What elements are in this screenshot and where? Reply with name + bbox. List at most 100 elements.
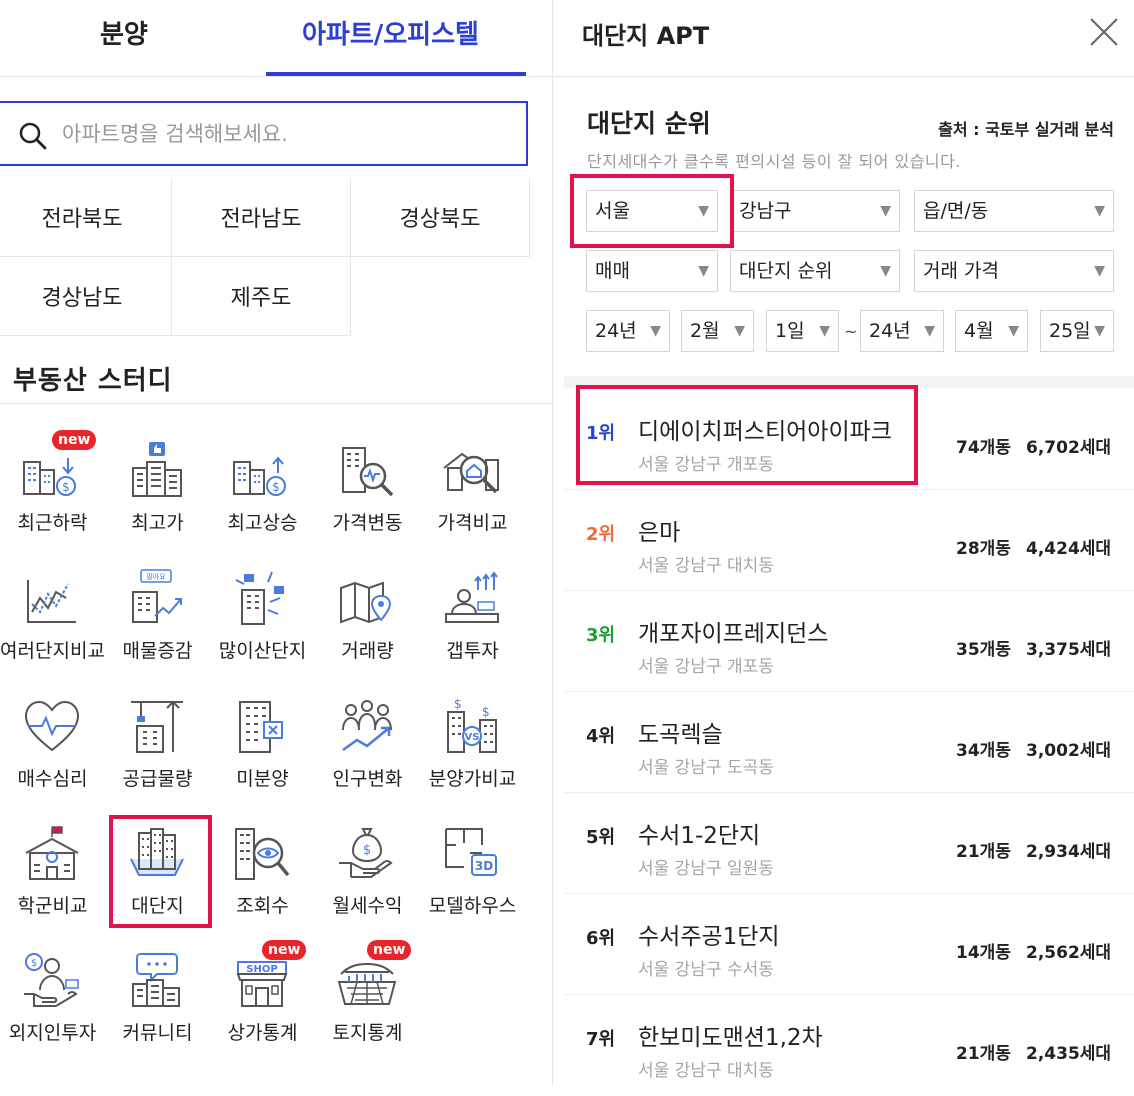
study-item-shop-stats[interactable]: SHOP new 상가통계 bbox=[210, 940, 315, 1050]
rank-row[interactable]: 2위 은마 서울 강남구 대치동 28개동 4,424세대 bbox=[564, 491, 1134, 591]
region-gyeongnam[interactable]: 경상남도 bbox=[0, 257, 172, 336]
left-menu-panel: 분양 아파트/오피스텔 전라북도 전라남도 경상북도 경상남도 제주도 부동산 … bbox=[0, 0, 553, 1085]
close-icon[interactable] bbox=[1088, 16, 1120, 48]
study-item-model-house[interactable]: 3D 모델하우스 bbox=[420, 813, 525, 923]
study-item-gap-investment[interactable]: 갭투자 bbox=[420, 558, 525, 668]
to-day-select[interactable]: 25일 ▼ bbox=[1040, 310, 1114, 352]
study-item-label: 여러단지비교 bbox=[0, 640, 105, 662]
price-select[interactable]: 거래 가격 ▼ bbox=[914, 250, 1114, 292]
to-year-select[interactable]: 24년 ▼ bbox=[860, 310, 944, 352]
district-select[interactable]: 강남구 ▼ bbox=[730, 190, 900, 232]
panel-title: 대단지 APT bbox=[582, 22, 710, 50]
study-item-population-change[interactable]: 인구변화 bbox=[315, 686, 420, 796]
trade-type-select[interactable]: 매매 ▼ bbox=[586, 250, 718, 292]
study-item-large-complex[interactable]: 대단지 bbox=[105, 813, 210, 923]
complex-address: 서울 강남구 개포동 bbox=[638, 657, 774, 677]
3d-text: 3D bbox=[475, 859, 493, 873]
complex-address: 서울 강남구 일원동 bbox=[638, 859, 774, 879]
rank-row[interactable]: 5위 수서1-2단지 서울 강남구 일원동 21개동 2,934세대 bbox=[564, 794, 1134, 894]
study-item-label: 가격변동 bbox=[332, 512, 403, 534]
study-item-highest-rise[interactable]: $ 최고상승 bbox=[210, 430, 315, 540]
study-item-community[interactable]: 커뮤니티 bbox=[105, 940, 210, 1050]
dropdown-arrow-icon: ▼ bbox=[819, 323, 830, 339]
from-day-select[interactable]: 1일 ▼ bbox=[766, 310, 839, 352]
study-item-land-stats[interactable]: new 토지통계 bbox=[315, 940, 420, 1050]
household-count: 2,562세대 bbox=[1026, 943, 1112, 963]
thumbs-up-building-icon bbox=[132, 442, 182, 497]
rank-row[interactable]: 4위 도곡렉슬 서울 강남구 도곡동 34개동 3,002세대 bbox=[564, 693, 1134, 793]
complex-name: 수서주공1단지 bbox=[638, 924, 780, 950]
tab-presale[interactable]: 분양 bbox=[100, 14, 148, 51]
rank-row[interactable]: 6위 수서주공1단지 서울 강남구 수서동 14개동 2,562세대 bbox=[564, 895, 1134, 995]
sort-select[interactable]: 대단지 순위 ▼ bbox=[730, 250, 900, 292]
complex-name: 수서1-2단지 bbox=[638, 823, 761, 849]
household-count: 4,424세대 bbox=[1026, 539, 1112, 559]
study-item-price-compare[interactable]: 가격비교 bbox=[420, 430, 525, 540]
study-item-listing-change[interactable]: 팔아요 매물증감 bbox=[105, 558, 210, 668]
building-eye-icon bbox=[235, 828, 290, 880]
heart-pulse-icon bbox=[24, 700, 80, 752]
complex-name: 한보미도맨션1,2차 bbox=[638, 1025, 823, 1051]
dropdown-arrow-icon: ▼ bbox=[924, 323, 935, 339]
dropdown-arrow-icon: ▼ bbox=[1008, 323, 1019, 339]
crane-building-icon bbox=[131, 700, 183, 753]
study-item-highest-price[interactable]: 최고가 bbox=[105, 430, 210, 540]
select-value: 24년 bbox=[869, 320, 911, 342]
town-select[interactable]: 읍/면/동 ▼ bbox=[914, 190, 1114, 232]
search-input[interactable] bbox=[62, 117, 502, 151]
study-item-view-count[interactable]: 조회수 bbox=[210, 813, 315, 923]
study-item-recent-drop[interactable]: $ new 최근하락 bbox=[0, 430, 105, 540]
section-separator bbox=[564, 376, 1134, 388]
rank-row[interactable]: 7위 한보미도맨션1,2차 서울 강남구 대치동 21개동 2,435세대 bbox=[564, 996, 1134, 1096]
svg-text:$: $ bbox=[482, 705, 490, 719]
study-item-trade-volume[interactable]: 거래량 bbox=[315, 558, 420, 668]
city-select[interactable]: 서울 ▼ bbox=[586, 190, 718, 232]
select-value: 4월 bbox=[964, 320, 994, 342]
from-month-select[interactable]: 2월 ▼ bbox=[681, 310, 754, 352]
price-up-building-icon: $ bbox=[233, 456, 286, 496]
tab-apartment-officetel[interactable]: 아파트/오피스텔 bbox=[302, 14, 479, 51]
study-item-label: 최고상승 bbox=[227, 512, 298, 534]
study-item-school-district[interactable]: 학군비교 bbox=[0, 813, 105, 923]
study-item-label: 거래량 bbox=[341, 640, 394, 662]
study-section-title: 부동산 스터디 bbox=[13, 366, 173, 396]
study-item-label: 토지통계 bbox=[332, 1022, 403, 1044]
study-item-supply-volume[interactable]: 공급물량 bbox=[105, 686, 210, 796]
study-item-most-bought[interactable]: 많이산단지 bbox=[210, 558, 315, 668]
people-growth-icon bbox=[342, 700, 392, 752]
study-item-rent-income[interactable]: $ 월세수익 bbox=[315, 813, 420, 923]
region-gyeongbuk[interactable]: 경상북도 bbox=[351, 178, 530, 257]
to-month-select[interactable]: 4월 ▼ bbox=[955, 310, 1028, 352]
dropdown-arrow-icon: ▼ bbox=[734, 323, 745, 339]
study-item-label: 인구변화 bbox=[332, 768, 403, 790]
study-item-price-change[interactable]: 가격변동 bbox=[315, 430, 420, 540]
rank-row[interactable]: 3위 개포자이프레지던스 서울 강남구 개포동 35개동 3,375세대 bbox=[564, 592, 1134, 692]
large-complex-panel: 대단지 APT 대단지 순위 출처 : 국토부 실거래 분석 단지세대수가 클수… bbox=[554, 0, 1134, 1085]
building-vs-icon: $ $ VS bbox=[447, 697, 497, 753]
search-icon[interactable] bbox=[18, 121, 48, 151]
study-item-label: 최근하락 bbox=[17, 512, 88, 534]
complex-name: 은마 bbox=[638, 520, 681, 546]
study-item-unsold[interactable]: 미분양 bbox=[210, 686, 315, 796]
svg-text:$: $ bbox=[363, 843, 371, 858]
building-count: 21개동 bbox=[956, 842, 1011, 862]
dropdown-arrow-icon: ▼ bbox=[650, 323, 661, 339]
region-jeonbuk[interactable]: 전라북도 bbox=[0, 178, 172, 257]
house-magnifier-icon bbox=[443, 452, 499, 494]
region-jeonnam[interactable]: 전라남도 bbox=[172, 178, 351, 257]
study-item-label: 분양가비교 bbox=[428, 768, 517, 790]
study-item-outsider-investment[interactable]: $ 외지인투자 bbox=[0, 940, 105, 1050]
study-item-buying-sentiment[interactable]: 매수심리 bbox=[0, 686, 105, 796]
study-item-label: 공급물량 bbox=[122, 768, 193, 790]
rank-row[interactable]: 1위 디에이치퍼스티어아이파크 서울 강남구 개포동 74개동 6,702세대 bbox=[564, 390, 1134, 490]
study-item-multi-compare[interactable]: 여러단지비교 bbox=[0, 558, 105, 668]
from-year-select[interactable]: 24년 ▼ bbox=[586, 310, 670, 352]
rank-number: 6위 bbox=[586, 928, 616, 949]
region-jeju[interactable]: 제주도 bbox=[172, 257, 351, 336]
building-count: 28개동 bbox=[956, 539, 1011, 559]
select-value: 서울 bbox=[595, 200, 630, 222]
study-item-presale-price-compare[interactable]: $ $ VS 분양가비교 bbox=[420, 686, 525, 796]
complex-name: 디에이치퍼스티어아이파크 bbox=[638, 419, 892, 445]
study-item-label: 매물증감 bbox=[122, 640, 193, 662]
new-badge: new bbox=[367, 940, 412, 960]
